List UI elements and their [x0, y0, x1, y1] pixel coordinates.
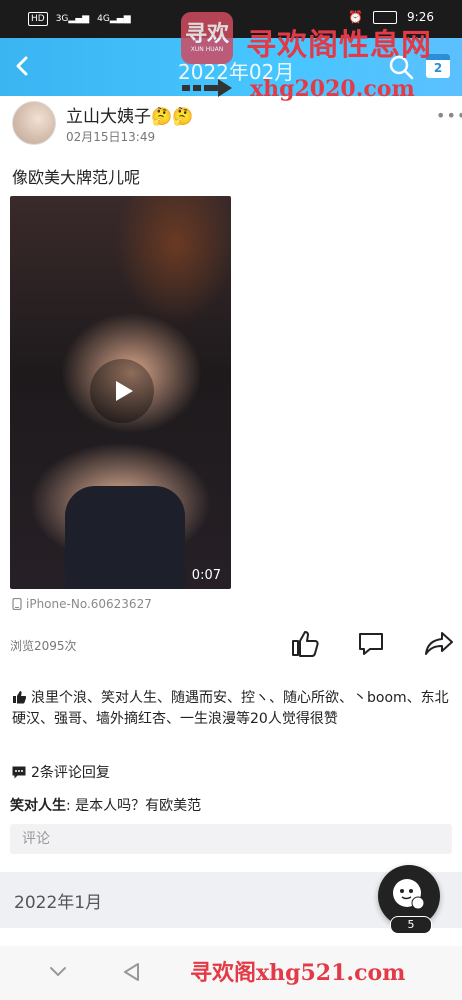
post-date: 02月15日13:49: [66, 130, 156, 144]
watermark-domain-top: xhg2020.com: [250, 76, 415, 102]
comment-count-label: 2条评论回复: [31, 765, 110, 781]
more-options-icon[interactable]: •••: [436, 106, 462, 125]
play-icon: [116, 381, 133, 401]
month-section-label: 2022年1月: [14, 893, 103, 913]
video-player[interactable]: 0:07: [10, 196, 231, 589]
watermark-arrow-icon: [182, 79, 232, 97]
floating-badge-count: 5: [390, 916, 432, 934]
comment-bubble-icon: [12, 766, 26, 778]
watermark-logo: 寻欢 XUN HUAN: [181, 12, 233, 64]
back-icon[interactable]: [8, 52, 36, 80]
comment-text: : 是本人吗？有欧美范: [66, 798, 202, 814]
likes-text: 浪里个浪、笑对人生、随遇而安、控ヽ、随心所欲、丶boom、东北硬汉、强哥、墙外摘…: [12, 690, 449, 727]
comment-icon[interactable]: [357, 630, 385, 658]
post-text: 像欧美大牌范儿呢: [12, 168, 141, 187]
video-frame-detail: [65, 486, 185, 589]
nav-back-icon[interactable]: [122, 962, 142, 982]
watermark-site-name: 寻欢阁性息网: [246, 28, 432, 63]
signal-3g-icon: 3G▂▄▆: [55, 14, 90, 24]
comment-user[interactable]: 笑对人生: [10, 798, 66, 814]
play-button[interactable]: [90, 359, 154, 423]
comment-input[interactable]: 评论: [10, 824, 452, 854]
device-label: iPhone-No.60623627: [26, 597, 152, 611]
phone-icon: [12, 598, 22, 610]
video-duration: 0:07: [191, 568, 221, 583]
comment-item[interactable]: 笑对人生: 是本人吗？有欧美范: [10, 795, 201, 815]
device-info: iPhone-No.60623627: [12, 597, 152, 611]
avatar[interactable]: [12, 101, 56, 145]
share-icon[interactable]: [424, 630, 454, 658]
comment-count[interactable]: 2条评论回复: [12, 762, 110, 782]
author-name[interactable]: 立山大姨子🤔🤔: [66, 102, 193, 127]
watermark-domain-bottom: 寻欢阁xhg521.com: [190, 960, 406, 986]
signal-4g-icon: 4G▂▄▆: [97, 14, 131, 24]
like-icon[interactable]: [290, 628, 320, 658]
likes-summary: 浪里个浪、笑对人生、随遇而安、控ヽ、随心所欲、丶boom、东北硬汉、强哥、墙外摘…: [12, 688, 452, 730]
nav-collapse-icon[interactable]: [48, 964, 68, 980]
hd-badge: HD: [28, 12, 48, 26]
view-count: 浏览2095次: [10, 639, 77, 653]
thumbs-up-icon: [13, 691, 26, 704]
